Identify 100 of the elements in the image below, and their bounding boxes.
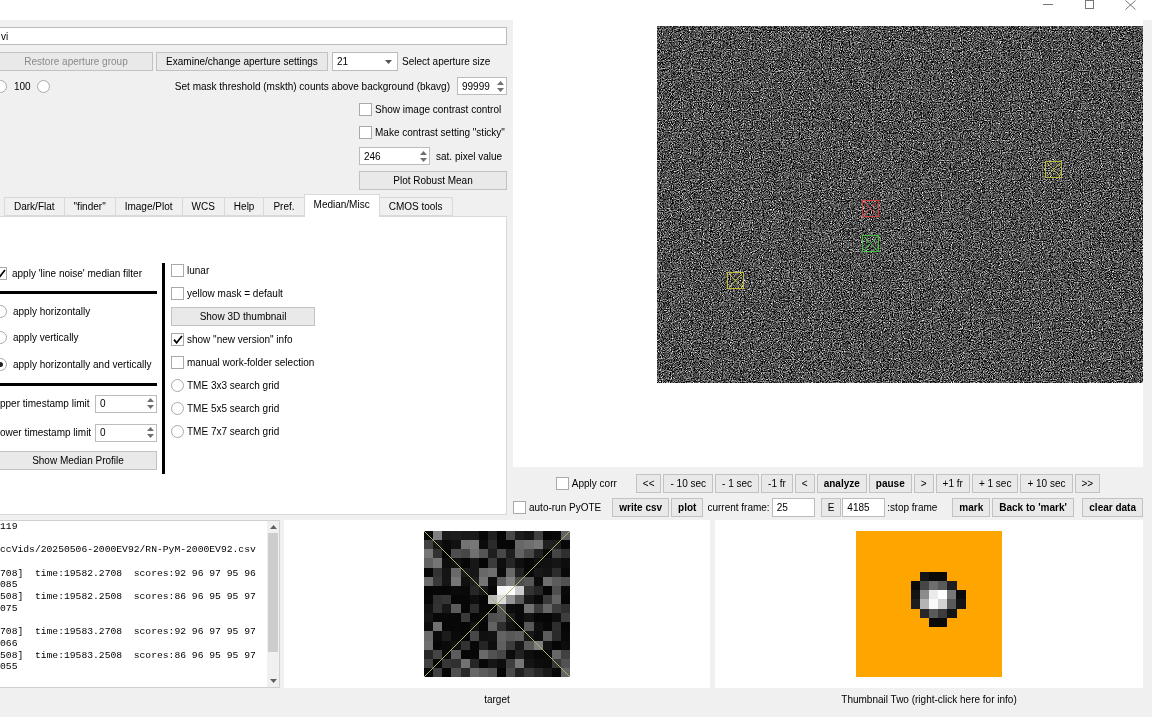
tab[interactable]: CMOS tools xyxy=(378,197,453,216)
checkbox[interactable] xyxy=(359,103,372,116)
checkbox-label: Make contrast setting "sticky" xyxy=(375,127,505,138)
tab[interactable]: Dark/Flat xyxy=(4,197,65,216)
playback-button[interactable]: > xyxy=(913,474,934,493)
log-line: 708] time:19583.2708 scores:92 96 97 95 97 xyxy=(0,626,257,638)
checkbox-label: show "new version" info xyxy=(187,334,293,345)
scroll-up-icon[interactable] xyxy=(269,525,277,529)
log-line: 708] time:19582.2708 scores:92 96 97 95 96 xyxy=(0,567,257,580)
timestamp-spinbox[interactable]: 0 xyxy=(95,394,157,413)
log-line: 508] time:19583.2508 scores:86 96 95 95 97 xyxy=(0,649,257,662)
radio-button[interactable] xyxy=(0,79,7,93)
caret-icon xyxy=(385,59,392,64)
radio-button[interactable] xyxy=(36,79,50,93)
playback-button[interactable]: << xyxy=(635,474,662,493)
thumbnail-caption: target xyxy=(484,694,510,706)
playback-button[interactable]: + 10 sec xyxy=(1020,474,1073,493)
spin-arrows-icon[interactable] xyxy=(147,427,154,438)
profile-button[interactable]: Show Median Profile xyxy=(0,451,157,470)
thumbnail-caption: Thumbnail Two (right-click here for info) xyxy=(841,694,1017,706)
playback-button[interactable]: - 1 sec xyxy=(715,474,760,493)
checkbox[interactable] xyxy=(171,333,184,346)
checkbox[interactable] xyxy=(555,477,569,490)
action-button[interactable]: clear data xyxy=(1082,498,1143,517)
file-path-field[interactable]: vi xyxy=(0,27,507,45)
log-line: 066 xyxy=(0,638,19,650)
radio-button[interactable] xyxy=(0,357,7,371)
playback-button[interactable]: pause xyxy=(868,474,912,493)
threshold-spinbox[interactable]: 99999 xyxy=(457,77,507,95)
field-label: Select aperture size xyxy=(402,56,491,67)
checkbox[interactable] xyxy=(171,287,184,300)
field-label: pper timestamp limit xyxy=(0,398,90,409)
radio-label: TME 7x7 search grid xyxy=(187,426,280,437)
tab[interactable]: Image/Plot xyxy=(114,197,183,216)
log-line: 055 xyxy=(0,661,19,674)
log-line: ccVids/20250506-2000EV92/RN-PyM-2000EV92.csv xyxy=(0,544,257,557)
pixel-value-spinbox[interactable]: 246 xyxy=(359,147,430,165)
aperture-size-dropdown[interactable]: 21 xyxy=(332,52,398,71)
plot-button[interactable]: Plot Robust Mean xyxy=(359,171,507,190)
spin-arrows-icon[interactable] xyxy=(420,150,427,162)
checkbox[interactable] xyxy=(171,264,184,277)
action-button[interactable]: Back to 'mark' xyxy=(992,498,1074,517)
radio-label: apply horizontally and vertically xyxy=(13,358,152,370)
radio-button[interactable] xyxy=(0,304,7,318)
playback-button[interactable]: < xyxy=(794,474,815,493)
action-button[interactable]: plot xyxy=(671,498,704,517)
checkbox[interactable] xyxy=(0,266,7,280)
tab[interactable]: "finder" xyxy=(63,197,116,216)
maximize-icon[interactable] xyxy=(1085,0,1094,9)
playback-button[interactable]: - 10 sec xyxy=(663,474,714,493)
tab[interactable]: Median/Misc xyxy=(303,194,380,217)
playback-button[interactable]: -1 fr xyxy=(761,474,793,493)
playback-button[interactable]: +1 fr xyxy=(935,474,970,493)
spin-arrows-icon[interactable] xyxy=(497,80,504,92)
checkbox-label: manual work-folder selection xyxy=(187,357,315,368)
spin-arrows-icon[interactable] xyxy=(147,398,154,409)
scrollbar-thumb[interactable] xyxy=(268,533,278,652)
log-line: 119 xyxy=(0,521,19,533)
radio-button[interactable] xyxy=(171,425,184,438)
scrollbar[interactable] xyxy=(267,521,279,687)
frame-number-field[interactable]: 25 xyxy=(771,498,815,517)
checkbox[interactable] xyxy=(513,501,526,514)
tab[interactable]: Help xyxy=(223,197,265,216)
action-button[interactable]: write csv xyxy=(612,498,670,517)
frame-number-field[interactable]: 4185 xyxy=(842,498,886,517)
checkbox-label: lunar xyxy=(187,265,210,276)
tab[interactable]: Pref. xyxy=(263,197,305,216)
playback-button[interactable]: + 1 sec xyxy=(971,474,1019,493)
timestamp-spinbox[interactable]: 0 xyxy=(95,423,157,442)
log-line: 508] time:19582.2508 scores:86 96 95 95 97 xyxy=(0,591,257,603)
field-label: current frame: xyxy=(707,502,770,513)
checkbox-label: auto-run PyOTE xyxy=(529,502,602,513)
field-label: Set mask threshold (mskth) counts above background (bkavg) xyxy=(174,80,450,92)
close-icon[interactable] xyxy=(1125,0,1136,10)
radio-label: apply vertically xyxy=(13,332,79,344)
log-line: 085 xyxy=(0,579,19,592)
radio-button[interactable] xyxy=(0,331,7,345)
field-label: :stop frame xyxy=(887,502,938,513)
playback-button[interactable]: >> xyxy=(1074,474,1101,493)
radio-button[interactable] xyxy=(171,379,184,392)
radio-label: TME 3x3 search grid xyxy=(187,380,280,391)
checkbox[interactable] xyxy=(171,356,184,369)
radio-button[interactable] xyxy=(171,402,184,415)
thumbnail-button[interactable]: Show 3D thumbnail xyxy=(171,307,315,326)
checkbox[interactable] xyxy=(359,126,372,139)
settings-button[interactable]: Examine/change aperture settings xyxy=(156,52,328,71)
radio-label: 100 xyxy=(14,80,31,92)
field-label: sat. pixel value xyxy=(436,150,503,162)
radio-label: TME 5x5 search grid xyxy=(187,403,280,414)
checkbox-label: Show image contrast control xyxy=(375,104,502,115)
checkbox-label: apply 'line noise' median filter xyxy=(12,267,142,279)
tab[interactable]: WCS xyxy=(181,197,225,216)
log-line: 075 xyxy=(0,602,19,615)
action-button[interactable]: mark xyxy=(952,498,991,517)
checkbox-label: Apply corr xyxy=(571,478,617,489)
scroll-down-icon[interactable] xyxy=(269,679,277,683)
radio-label: apply horizontally xyxy=(13,305,91,317)
playback-button[interactable]: analyze xyxy=(816,474,867,493)
action-button[interactable]: E xyxy=(820,498,842,517)
checkbox-label: yellow mask = default xyxy=(187,288,283,299)
